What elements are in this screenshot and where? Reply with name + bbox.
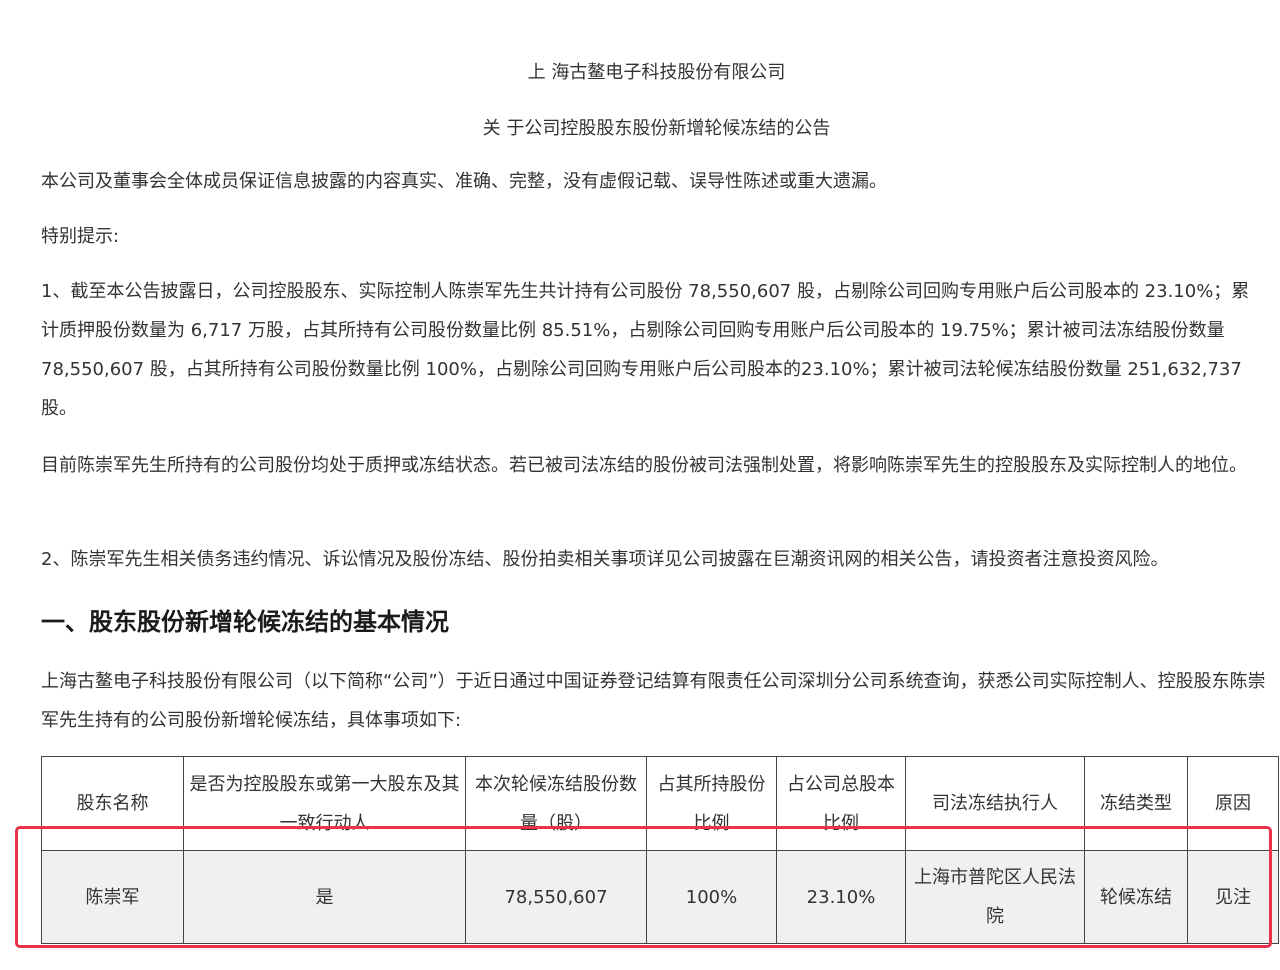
company-name: 上 海古鳌电子科技股份有限公司 [527, 62, 786, 83]
col-reason: 原因 [1187, 756, 1279, 851]
board-statement: 本公司及董事会全体成员保证信息披露的内容真实、准确、完整，没有虚假记载、误导性陈… [41, 171, 887, 192]
announcement-title: 关 于公司控股股东股份新增轮候冻结的公告 [482, 118, 831, 139]
cell-reason: 见注 [1187, 850, 1279, 944]
cell-shareholder-name: 陈崇军 [41, 850, 184, 944]
cell-freeze-type: 轮候冻结 [1084, 850, 1188, 944]
special-tip-label: 特别提示: [41, 226, 120, 247]
freeze-details-table: 股东名称 是否为控股股东或第一大股东及其一致行动人 本次轮候冻结股份数量（股） … [41, 756, 1279, 944]
cell-pct-of-total: 23.10% [776, 850, 906, 944]
col-pct-of-total: 占公司总股本比例 [776, 756, 906, 851]
table-header-row: 股东名称 是否为控股股东或第一大股东及其一致行动人 本次轮候冻结股份数量（股） … [41, 756, 1279, 851]
col-pct-of-holding: 占其所持股份比例 [646, 756, 777, 851]
col-shareholder-name: 股东名称 [41, 756, 184, 851]
table-row: 陈崇军 是 78,550,607 100% 23.10% 上海市普陀区人民法院 … [41, 850, 1279, 944]
col-is-controlling: 是否为控股股东或第一大股东及其一致行动人 [183, 756, 466, 851]
cell-is-controlling: 是 [183, 850, 466, 944]
tip-item-2: 2、陈崇军先生相关债务违约情况、诉讼情况及股份冻结、股份拍卖相关事项详见公司披露… [41, 549, 1169, 570]
tip-item-1: 1、截至本公告披露日，公司控股股东、实际控制人陈崇军先生共计持有公司股份 78,… [41, 281, 1250, 419]
cell-pct-of-holding: 100% [646, 850, 777, 944]
col-executor: 司法冻结执行人 [905, 756, 1085, 851]
current-status-paragraph: 目前陈崇军先生所持有的公司股份均处于质押或冻结状态。若已被司法冻结的股份被司法强… [41, 455, 1247, 476]
col-freeze-quantity: 本次轮候冻结股份数量（股） [465, 756, 647, 851]
col-freeze-type: 冻结类型 [1084, 756, 1188, 851]
cell-freeze-quantity: 78,550,607 [465, 850, 647, 944]
section-1-intro: 上海古鳌电子科技股份有限公司（以下简称“公司”）于近日通过中国证券登记结算有限责… [41, 671, 1266, 731]
section-1-heading: 一、股东股份新增轮候冻结的基本情况 [41, 608, 449, 636]
cell-executor: 上海市普陀区人民法院 [905, 850, 1085, 944]
